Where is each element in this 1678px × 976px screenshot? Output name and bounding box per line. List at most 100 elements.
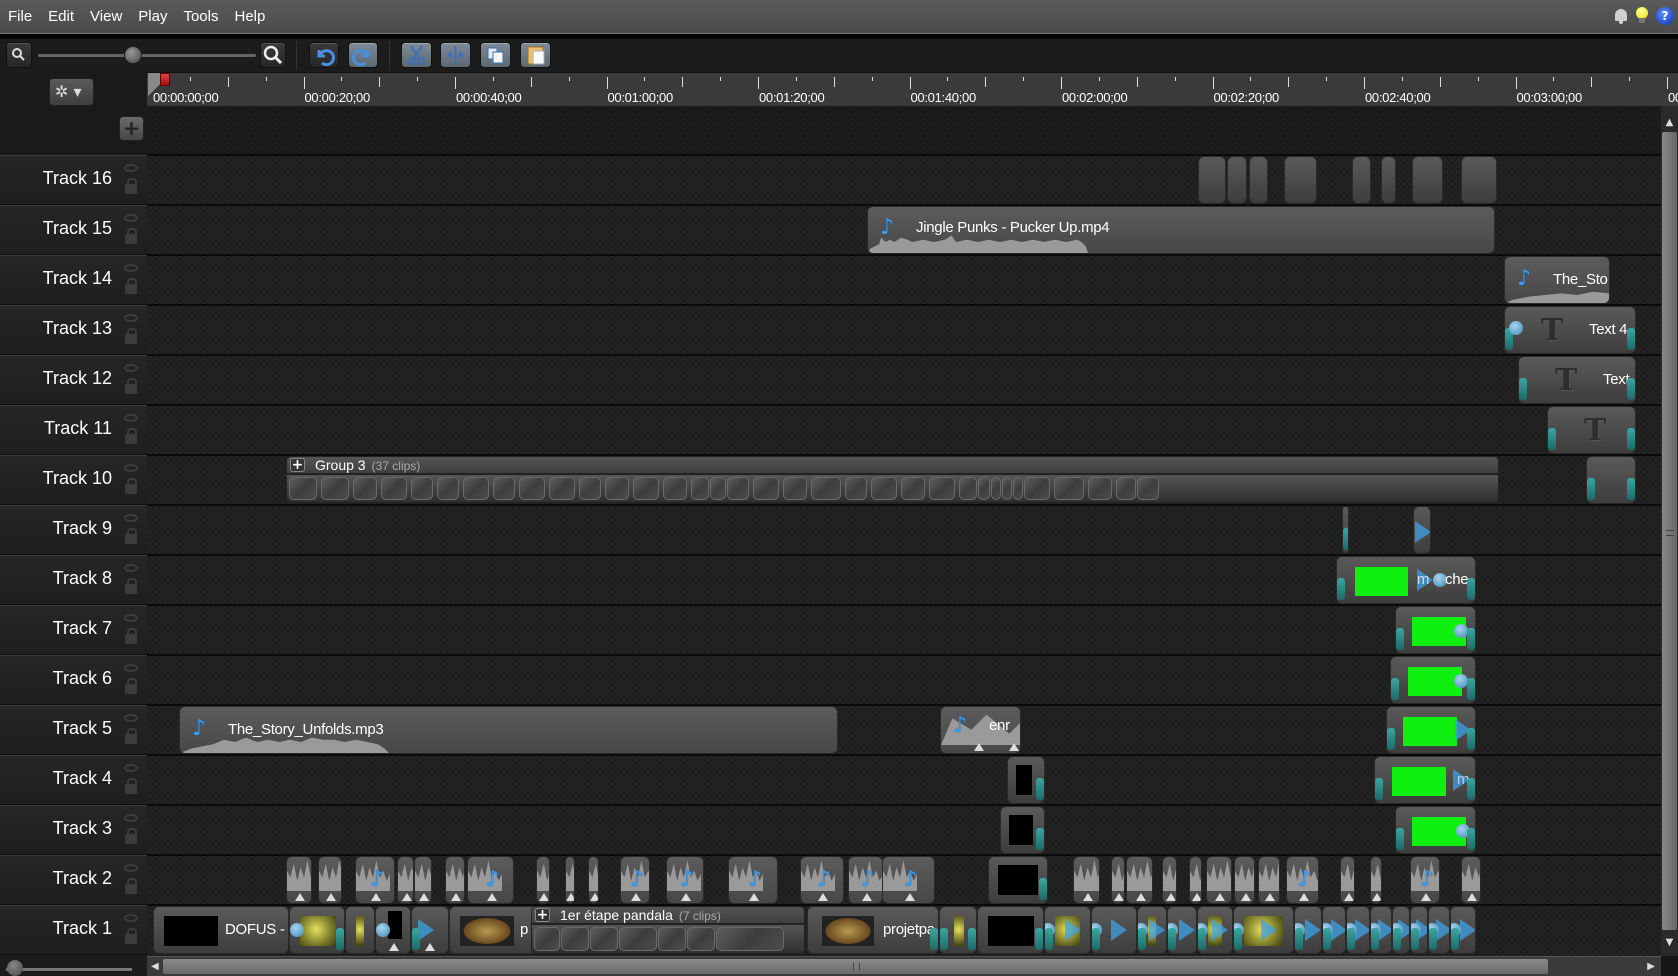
- clip-fade-handle[interactable]: [940, 928, 948, 950]
- volume-triangle-icon[interactable]: [371, 893, 381, 901]
- transition-dot-icon[interactable]: [1454, 674, 1468, 688]
- clip-audio-snippet[interactable]: [1126, 856, 1153, 904]
- clip-audio-snippet[interactable]: [1206, 856, 1232, 904]
- clip-fade-handle[interactable]: [412, 928, 420, 950]
- clip-fade-handle[interactable]: [1411, 928, 1419, 950]
- clip-fade-handle[interactable]: [1467, 778, 1475, 800]
- clip-video[interactable]: [1197, 906, 1233, 954]
- playhead-handle[interactable]: [160, 73, 170, 86]
- clip-fade-handle[interactable]: [1467, 628, 1475, 650]
- clip-fade-handle[interactable]: [1337, 578, 1345, 600]
- clip-audio-snippet[interactable]: ♪: [1286, 856, 1319, 904]
- transition-dot-icon[interactable]: [376, 923, 390, 937]
- clip-blank[interactable]: [1284, 156, 1317, 204]
- expand-group-icon[interactable]: +: [535, 908, 550, 922]
- clip-audio-snippet[interactable]: [1189, 856, 1202, 904]
- volume-triangle-icon[interactable]: [566, 893, 574, 901]
- clip-the-story-unfolds[interactable]: ♪ The_Story_Unfolds.mp3: [179, 706, 838, 754]
- volume-triangle-icon[interactable]: [631, 893, 641, 901]
- cut-button[interactable]: [401, 42, 432, 68]
- clip-video[interactable]: [1410, 906, 1428, 954]
- clip-video[interactable]: [1395, 806, 1476, 854]
- visibility-eye-icon[interactable]: [124, 214, 138, 222]
- visibility-eye-icon[interactable]: [124, 864, 138, 872]
- volume-triangle-icon[interactable]: [1215, 893, 1225, 901]
- horizontal-scroll-thumb[interactable]: [163, 959, 1548, 974]
- volume-triangle-icon[interactable]: [451, 893, 461, 901]
- vertical-scroll-thumb[interactable]: [1662, 132, 1677, 930]
- lock-icon[interactable]: [125, 778, 137, 794]
- clip-video[interactable]: m: [1374, 756, 1476, 804]
- clip-audio-snippet[interactable]: [1370, 856, 1382, 904]
- zoom-out-button[interactable]: [6, 42, 32, 68]
- clip-audio-snippet[interactable]: ♪: [882, 856, 935, 904]
- volume-triangle-icon[interactable]: [1135, 893, 1146, 901]
- clip-video[interactable]: [1294, 906, 1322, 954]
- clip-projet-video[interactable]: projetpa: [807, 906, 939, 954]
- clip-fade-handle[interactable]: [1587, 478, 1595, 500]
- volume-triangle-icon[interactable]: [1298, 893, 1309, 901]
- clip-video[interactable]: [1044, 906, 1091, 954]
- track-header[interactable]: Track 15: [0, 205, 147, 255]
- clip-audio-snippet[interactable]: [397, 856, 414, 904]
- horizontal-scrollbar[interactable]: ◀ ▶: [147, 956, 1661, 976]
- clip-audio-snippet[interactable]: [286, 856, 312, 904]
- clip-black-video[interactable]: [988, 856, 1048, 904]
- clip-fade-handle[interactable]: [1092, 928, 1100, 950]
- track-header[interactable]: Track 8: [0, 555, 147, 605]
- add-track-button[interactable]: +: [119, 116, 144, 141]
- track-header[interactable]: Track 2: [0, 855, 147, 905]
- visibility-eye-icon[interactable]: [124, 164, 138, 172]
- track-header[interactable]: Track 9: [0, 505, 147, 555]
- clip-fade-handle[interactable]: [1375, 778, 1383, 800]
- clip-audio-snippet[interactable]: ♪: [848, 856, 883, 904]
- clip-audio-snippet[interactable]: [588, 856, 599, 904]
- clip-fade-handle[interactable]: [1323, 928, 1331, 950]
- zoom-slider-track[interactable]: [38, 54, 256, 57]
- volume-triangle-icon[interactable]: [486, 893, 497, 901]
- clip-text-4[interactable]: T Text 4: [1504, 306, 1636, 354]
- clip-fade-handle[interactable]: [1627, 478, 1635, 500]
- volume-triangle-icon[interactable]: [419, 893, 429, 901]
- clip-blank[interactable]: [1227, 156, 1247, 204]
- clip-jingle-punks[interactable]: ♪ Jingle Punks - Pucker Up.mp4: [867, 206, 1495, 254]
- transition-dot-icon[interactable]: [290, 923, 304, 937]
- clip-text[interactable]: T Text: [1518, 356, 1636, 404]
- lock-icon[interactable]: [125, 178, 137, 194]
- clip-fade-handle[interactable]: [1168, 928, 1176, 950]
- visibility-eye-icon[interactable]: [124, 514, 138, 522]
- clip-fade-handle[interactable]: [1396, 828, 1404, 850]
- clip-audio-snippet[interactable]: [318, 856, 342, 904]
- track-header[interactable]: Track 1: [0, 905, 147, 955]
- clip-video[interactable]: [1428, 906, 1450, 954]
- volume-triangle-icon[interactable]: [425, 943, 435, 951]
- volume-triangle-icon[interactable]: [974, 743, 984, 751]
- clip-sliver[interactable]: [1342, 506, 1349, 554]
- clip-map-video[interactable]: [289, 906, 345, 954]
- scroll-right-button[interactable]: ▶: [1647, 959, 1655, 975]
- split-button[interactable]: [440, 42, 471, 68]
- clip-fade-handle[interactable]: [1467, 728, 1475, 750]
- clip-fade-handle[interactable]: [1627, 428, 1635, 450]
- track-height-slider[interactable]: [6, 968, 132, 971]
- clip-audio-snippet[interactable]: [1461, 856, 1481, 904]
- lock-icon[interactable]: [125, 328, 137, 344]
- tip-lightbulb-icon[interactable]: [1636, 7, 1648, 25]
- volume-triangle-icon[interactable]: [1009, 743, 1019, 751]
- clip-audio-snippet[interactable]: [1162, 856, 1177, 904]
- clip-fade-handle[interactable]: [930, 928, 938, 950]
- clip-audio-snippet[interactable]: ♪: [355, 856, 395, 904]
- time-ruler[interactable]: 00:00:00;00 00:00:20;00 00:00:40;00 00:01:0…: [147, 72, 1678, 106]
- volume-triangle-icon[interactable]: [401, 893, 412, 901]
- volume-triangle-icon[interactable]: [1165, 893, 1176, 901]
- clip-audio-snippet[interactable]: [445, 856, 465, 904]
- clip-fade-handle[interactable]: [1234, 928, 1242, 950]
- copy-button[interactable]: [480, 42, 511, 68]
- scroll-up-button[interactable]: ▲: [1661, 115, 1678, 131]
- track-header[interactable]: Track 12: [0, 355, 147, 405]
- clip-dofus-video[interactable]: DOFUS -: [153, 906, 289, 954]
- clip-fade-handle[interactable]: [1467, 678, 1475, 700]
- clip-audio-snippet[interactable]: [1234, 856, 1255, 904]
- track-header[interactable]: Track 5: [0, 705, 147, 755]
- clip-fade-handle[interactable]: [1627, 378, 1635, 400]
